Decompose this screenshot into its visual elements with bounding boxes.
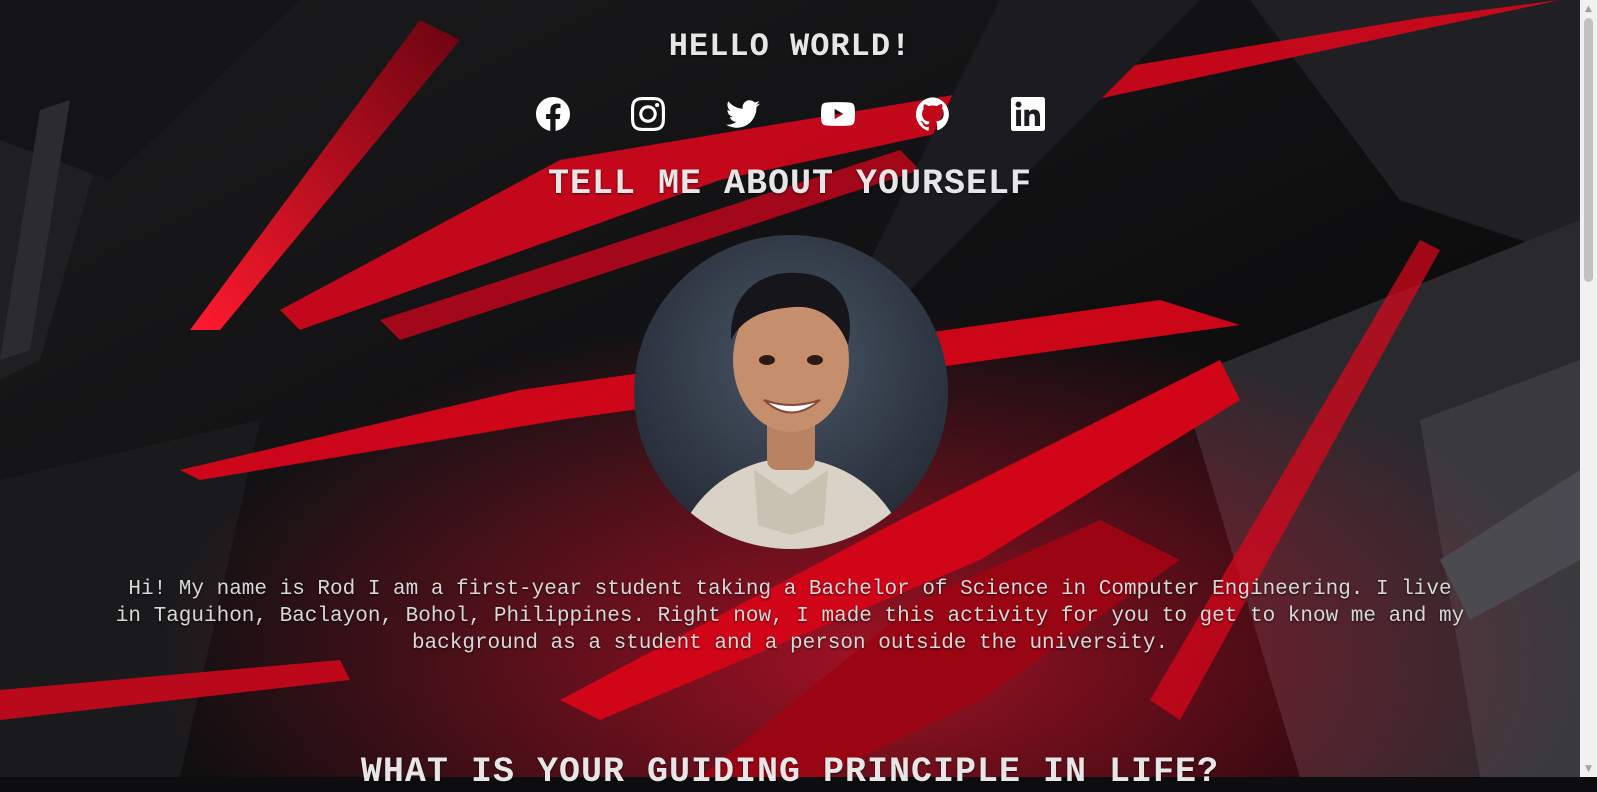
page-title: HELLO WORLD! <box>668 28 912 65</box>
profile-photo <box>634 235 948 549</box>
twitter-icon <box>725 100 760 128</box>
scrollbar-thumb[interactable] <box>1584 18 1593 282</box>
linkedin-icon <box>1010 97 1045 131</box>
github-icon <box>915 97 949 131</box>
guiding-principle-heading: WHAT IS YOUR GUIDING PRINCIPLE IN LIFE? <box>360 752 1220 792</box>
scroll-down-arrow-icon[interactable]: ▼ <box>1580 760 1597 777</box>
bio-text: Hi! My name is Rod I am a first-year stu… <box>115 578 1465 655</box>
youtube-link[interactable] <box>790 94 885 134</box>
facebook-icon <box>535 97 570 131</box>
linkedin-link[interactable] <box>980 94 1075 134</box>
about-heading: TELL ME ABOUT YOURSELF <box>547 164 1033 204</box>
social-links <box>0 94 1580 134</box>
vertical-scrollbar[interactable]: ▲ ▼ <box>1580 0 1597 777</box>
youtube-icon <box>820 102 855 126</box>
github-link[interactable] <box>885 94 980 134</box>
facebook-link[interactable] <box>505 94 600 134</box>
instagram-link[interactable] <box>600 94 695 134</box>
profile-page: HELLO WORLD! TELL ME ABOUT YOURSELF Hi! … <box>0 0 1580 792</box>
scroll-up-arrow-icon[interactable]: ▲ <box>1580 0 1597 17</box>
instagram-icon <box>630 97 665 131</box>
twitter-link[interactable] <box>695 94 790 134</box>
